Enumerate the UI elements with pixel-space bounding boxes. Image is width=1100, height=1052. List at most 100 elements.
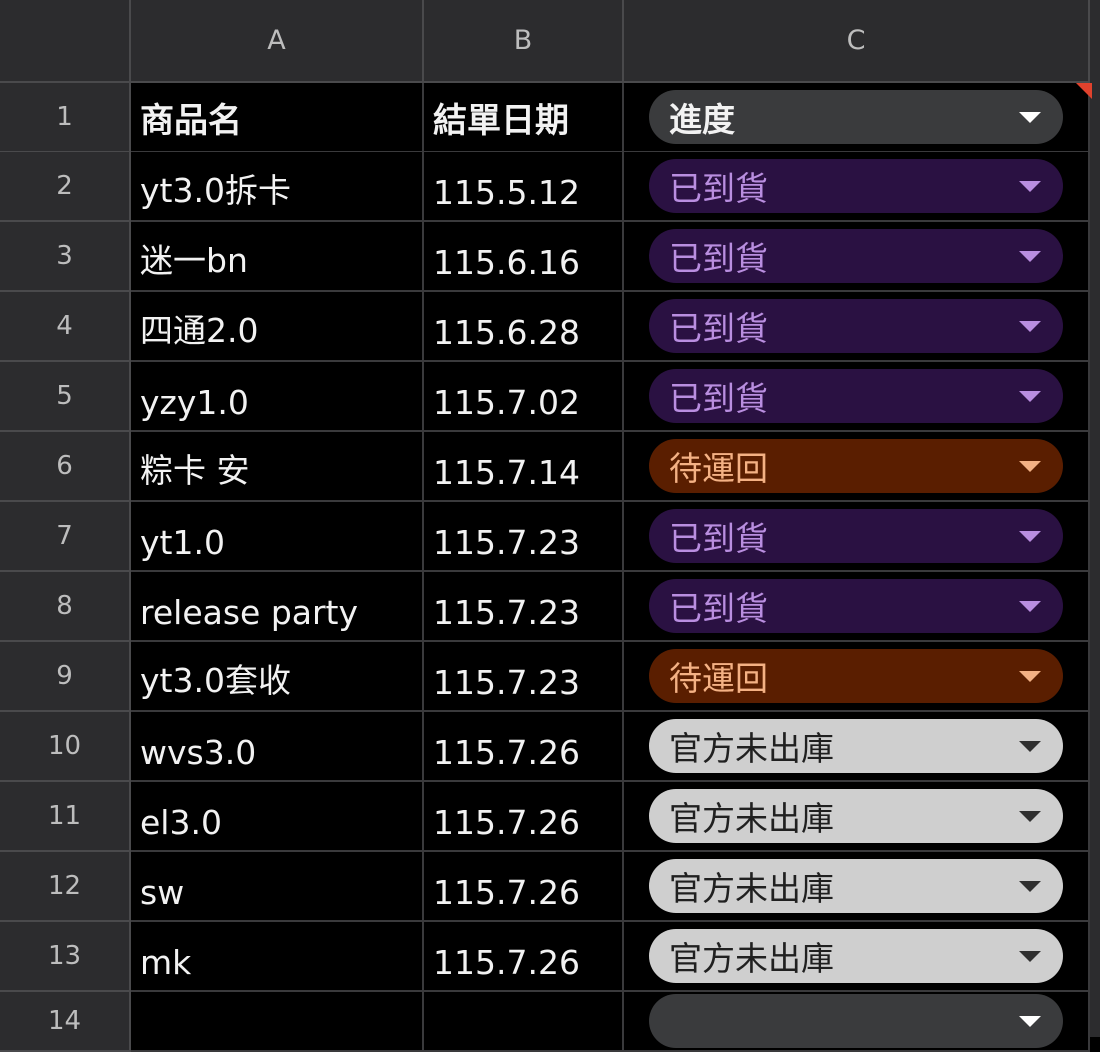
cell-status: 官方未出庫 <box>624 922 1090 992</box>
cell-close-date[interactable]: 115.7.26 <box>424 712 624 782</box>
row-header[interactable]: 4 <box>0 292 131 362</box>
cell-close-date[interactable]: 115.7.23 <box>424 572 624 642</box>
cell-status: 官方未出庫 <box>624 712 1090 782</box>
cell-status: 已到貨 <box>624 292 1090 362</box>
status-label: 待運回 <box>669 449 768 488</box>
status-dropdown[interactable]: 官方未出庫 <box>649 789 1063 843</box>
status-dropdown[interactable]: 已到貨 <box>649 579 1063 633</box>
row-header[interactable]: 1 <box>0 83 131 153</box>
row-header[interactable]: 13 <box>0 922 131 992</box>
cell-status: 官方未出庫 <box>624 852 1090 922</box>
cell-status: 待運回 <box>624 642 1090 712</box>
status-label: 已到貨 <box>669 519 768 558</box>
status-label: 已到貨 <box>669 239 768 278</box>
status-dropdown[interactable]: 待運回 <box>649 649 1063 703</box>
cell-product-name[interactable]: 迷一bn <box>131 222 424 292</box>
cell-product-name[interactable]: release party <box>131 572 424 642</box>
chevron-down-icon[interactable] <box>1019 600 1041 612</box>
status-label: 已到貨 <box>669 169 768 208</box>
column-header-a[interactable]: A <box>131 0 424 83</box>
select-all-corner[interactable] <box>0 0 131 83</box>
status-label: 官方未出庫 <box>669 799 834 838</box>
status-dropdown[interactable]: 已到貨 <box>649 369 1063 423</box>
status-label: 已到貨 <box>669 379 768 418</box>
cell-close-date[interactable]: 結單日期 <box>424 83 624 153</box>
cell-product-name[interactable]: mk <box>131 922 424 992</box>
status-dropdown[interactable]: 待運回 <box>649 439 1063 493</box>
status-label: 進度 <box>669 100 735 139</box>
cell-close-date[interactable]: 115.6.16 <box>424 222 624 292</box>
cell-status <box>624 992 1090 1052</box>
status-label: 官方未出庫 <box>669 939 834 978</box>
cell-close-date[interactable]: 115.7.26 <box>424 922 624 992</box>
cell-product-name[interactable]: 商品名 <box>131 83 424 153</box>
row-header[interactable]: 7 <box>0 502 131 572</box>
cell-close-date[interactable]: 115.7.23 <box>424 502 624 572</box>
row-header[interactable]: 9 <box>0 642 131 712</box>
cell-product-name[interactable] <box>131 992 424 1052</box>
chevron-down-icon[interactable] <box>1019 320 1041 332</box>
comment-indicator-icon[interactable] <box>1076 83 1092 99</box>
cell-close-date[interactable]: 115.7.23 <box>424 642 624 712</box>
chevron-down-icon[interactable] <box>1019 460 1041 472</box>
cell-close-date[interactable]: 115.7.26 <box>424 782 624 852</box>
status-label: 已到貨 <box>669 309 768 348</box>
cell-close-date[interactable]: 115.7.14 <box>424 432 624 502</box>
status-dropdown[interactable]: 已到貨 <box>649 229 1063 283</box>
cell-product-name[interactable]: wvs3.0 <box>131 712 424 782</box>
cell-status: 已到貨 <box>624 572 1090 642</box>
cell-product-name[interactable]: 粽卡 安 <box>131 432 424 502</box>
cell-close-date[interactable]: 115.6.28 <box>424 292 624 362</box>
spreadsheet-grid: A B C 1 商品名 結單日期 進度 2 yt3.0拆卡 115.5.12 已到貨 3 迷一bn… <box>0 0 1100 1052</box>
status-label: 已到貨 <box>669 589 768 628</box>
row-header[interactable]: 2 <box>0 152 131 222</box>
chevron-down-icon[interactable] <box>1019 880 1041 892</box>
row-header[interactable]: 6 <box>0 432 131 502</box>
chevron-down-icon[interactable] <box>1019 111 1041 123</box>
status-dropdown[interactable]: 官方未出庫 <box>649 859 1063 913</box>
column-header-c[interactable]: C <box>624 0 1090 83</box>
cell-product-name[interactable]: el3.0 <box>131 782 424 852</box>
status-label: 官方未出庫 <box>669 729 834 768</box>
cell-status: 已到貨 <box>624 222 1090 292</box>
status-dropdown[interactable]: 已到貨 <box>649 509 1063 563</box>
status-dropdown[interactable]: 進度 <box>649 90 1063 144</box>
row-header[interactable]: 12 <box>0 852 131 922</box>
status-dropdown[interactable]: 已到貨 <box>649 299 1063 353</box>
status-dropdown[interactable]: 已到貨 <box>649 159 1063 213</box>
cell-product-name[interactable]: sw <box>131 852 424 922</box>
status-dropdown[interactable] <box>649 994 1063 1048</box>
cell-close-date[interactable]: 115.5.12 <box>424 152 624 222</box>
chevron-down-icon[interactable] <box>1019 740 1041 752</box>
chevron-down-icon[interactable] <box>1019 670 1041 682</box>
row-header[interactable]: 8 <box>0 572 131 642</box>
column-header-b[interactable]: B <box>424 0 624 83</box>
scroll-gutter <box>1090 0 1100 1037</box>
row-header[interactable]: 14 <box>0 992 131 1052</box>
cell-product-name[interactable]: 四通2.0 <box>131 292 424 362</box>
chevron-down-icon[interactable] <box>1019 1015 1041 1027</box>
chevron-down-icon[interactable] <box>1019 810 1041 822</box>
chevron-down-icon[interactable] <box>1019 390 1041 402</box>
cell-close-date[interactable]: 115.7.02 <box>424 362 624 432</box>
chevron-down-icon[interactable] <box>1019 250 1041 262</box>
cell-status: 官方未出庫 <box>624 782 1090 852</box>
chevron-down-icon[interactable] <box>1019 530 1041 542</box>
cell-product-name[interactable]: yt3.0套收 <box>131 642 424 712</box>
cell-status: 進度 <box>624 83 1090 153</box>
chevron-down-icon[interactable] <box>1019 950 1041 962</box>
cell-close-date[interactable]: 115.7.26 <box>424 852 624 922</box>
cell-close-date[interactable] <box>424 992 624 1052</box>
row-header[interactable]: 5 <box>0 362 131 432</box>
row-header[interactable]: 11 <box>0 782 131 852</box>
cell-product-name[interactable]: yzy1.0 <box>131 362 424 432</box>
chevron-down-icon[interactable] <box>1019 180 1041 192</box>
status-dropdown[interactable]: 官方未出庫 <box>649 719 1063 773</box>
cell-product-name[interactable]: yt1.0 <box>131 502 424 572</box>
status-dropdown[interactable]: 官方未出庫 <box>649 929 1063 983</box>
cell-status: 已到貨 <box>624 152 1090 222</box>
status-label: 官方未出庫 <box>669 869 834 908</box>
row-header[interactable]: 10 <box>0 712 131 782</box>
cell-product-name[interactable]: yt3.0拆卡 <box>131 152 424 222</box>
row-header[interactable]: 3 <box>0 222 131 292</box>
